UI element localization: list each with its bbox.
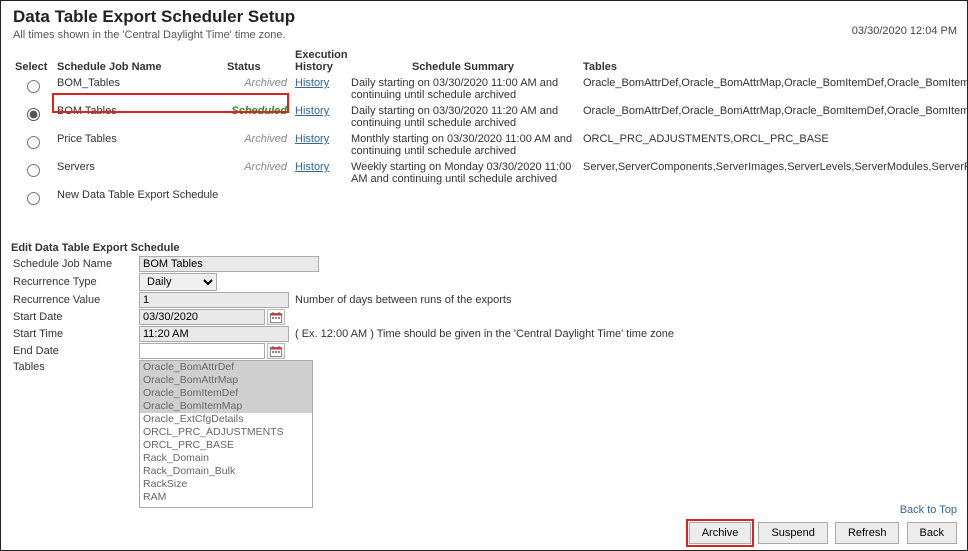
recurrence-type-select[interactable]: Daily xyxy=(139,273,217,291)
table-row: Servers Archived History Weekly starting on… xyxy=(11,159,957,187)
label-tables: Tables xyxy=(11,360,139,374)
table-row: New Data Table Export Schedule xyxy=(11,187,957,210)
select-radio[interactable] xyxy=(27,192,40,205)
label-start-time: Start Time xyxy=(11,327,139,341)
list-item[interactable]: Oracle_BomAttrDef xyxy=(140,361,312,374)
history-link[interactable]: History xyxy=(295,133,329,145)
back-to-top-link[interactable]: Back to Top xyxy=(685,504,957,516)
row-summary: Weekly starting on Monday 03/30/2020 11:… xyxy=(347,159,579,187)
list-item[interactable]: RAM xyxy=(140,491,312,504)
history-link[interactable]: History xyxy=(295,105,329,117)
refresh-button[interactable]: Refresh xyxy=(835,522,900,544)
calendar-icon[interactable] xyxy=(267,309,285,325)
row-status: Archived xyxy=(244,77,287,89)
label-start-date: Start Date xyxy=(11,310,139,324)
back-button[interactable]: Back xyxy=(907,522,957,544)
row-summary: Daily starting on 03/30/2020 11:20 AM an… xyxy=(347,103,579,131)
row-tables: Server,ServerComponents,ServerImages,Ser… xyxy=(579,159,957,187)
row-name: Price Tables xyxy=(53,131,223,159)
select-radio[interactable] xyxy=(27,136,40,149)
start-date-input[interactable] xyxy=(139,309,265,325)
schedule-name-input[interactable] xyxy=(139,256,319,272)
archive-button[interactable]: Archive xyxy=(689,522,752,544)
suspend-button[interactable]: Suspend xyxy=(758,522,827,544)
list-item[interactable]: Oracle_BomItemDef xyxy=(140,387,312,400)
label-schedule-name: Schedule Job Name xyxy=(11,257,139,271)
start-time-hint: ( Ex. 12:00 AM ) Time should be given in… xyxy=(295,328,674,340)
history-link[interactable]: History xyxy=(295,77,329,89)
start-time-input[interactable] xyxy=(139,326,289,342)
edit-section-title: Edit Data Table Export Schedule xyxy=(11,242,957,254)
row-name: Servers xyxy=(53,159,223,187)
label-end-date: End Date xyxy=(11,344,139,358)
col-tables: Tables xyxy=(579,47,957,75)
row-tables: Oracle_BomAttrDef,Oracle_BomAttrMap,Orac… xyxy=(579,75,957,103)
history-link[interactable]: History xyxy=(295,161,329,173)
page-timestamp: 03/30/2020 12:04 PM xyxy=(852,7,957,37)
row-summary xyxy=(347,187,579,210)
select-radio[interactable] xyxy=(27,108,40,121)
row-name: New Data Table Export Schedule xyxy=(53,187,223,210)
calendar-icon[interactable] xyxy=(267,343,285,359)
col-status: Status xyxy=(223,47,291,75)
col-history: Execution History xyxy=(291,47,347,75)
timezone-note: All times shown in the 'Central Daylight… xyxy=(13,29,295,41)
row-status: Archived xyxy=(244,161,287,173)
select-radio[interactable] xyxy=(27,164,40,177)
list-item[interactable]: RackSize xyxy=(140,478,312,491)
list-item[interactable]: Oracle_ExtCfgDetails xyxy=(140,413,312,426)
select-radio[interactable] xyxy=(27,80,40,93)
row-status: Scheduled xyxy=(231,105,287,117)
recurrence-value-hint: Number of days between runs of the expor… xyxy=(295,294,511,306)
table-row: BOM_Tables Archived History Daily starting … xyxy=(11,75,957,103)
list-item[interactable]: Oracle_BomAttrMap xyxy=(140,374,312,387)
list-item[interactable]: ORCL_PRC_BASE xyxy=(140,439,312,452)
list-item[interactable]: Rack_Domain_Bulk xyxy=(140,465,312,478)
row-summary: Daily starting on 03/30/2020 11:00 AM an… xyxy=(347,75,579,103)
label-recurrence-type: Recurrence Type xyxy=(11,275,139,289)
col-name: Schedule Job Name xyxy=(53,47,223,75)
col-summary: Schedule Summary xyxy=(347,47,579,75)
row-name: BOM Tables xyxy=(53,103,223,131)
list-item[interactable]: Rack_Domain xyxy=(140,452,312,465)
table-row: BOM Tables Scheduled History Daily starting… xyxy=(11,103,957,131)
tables-listbox[interactable]: Oracle_BomAttrDefOracle_BomAttrMapOracle… xyxy=(139,360,313,508)
row-tables: Oracle_BomAttrDef,Oracle_BomAttrMap,Orac… xyxy=(579,103,957,131)
row-name: BOM_Tables xyxy=(53,75,223,103)
page-title: Data Table Export Scheduler Setup xyxy=(13,7,295,27)
row-summary: Monthly starting on 03/30/2020 11:00 AM … xyxy=(347,131,579,159)
row-tables xyxy=(579,187,957,210)
schedule-table: Select Schedule Job Name Status Executio… xyxy=(11,47,957,210)
col-select: Select xyxy=(11,47,53,75)
list-item[interactable]: ORCL_PRC_ADJUSTMENTS xyxy=(140,426,312,439)
row-status: Archived xyxy=(244,133,287,145)
label-recurrence-value: Recurrence Value xyxy=(11,293,139,307)
recurrence-value-input[interactable] xyxy=(139,292,289,308)
list-item[interactable]: Oracle_BomItemMap xyxy=(140,400,312,413)
table-row: Price Tables Archived History Monthly start… xyxy=(11,131,957,159)
end-date-input[interactable] xyxy=(139,343,265,359)
row-tables: ORCL_PRC_ADJUSTMENTS,ORCL_PRC_BASE xyxy=(579,131,957,159)
